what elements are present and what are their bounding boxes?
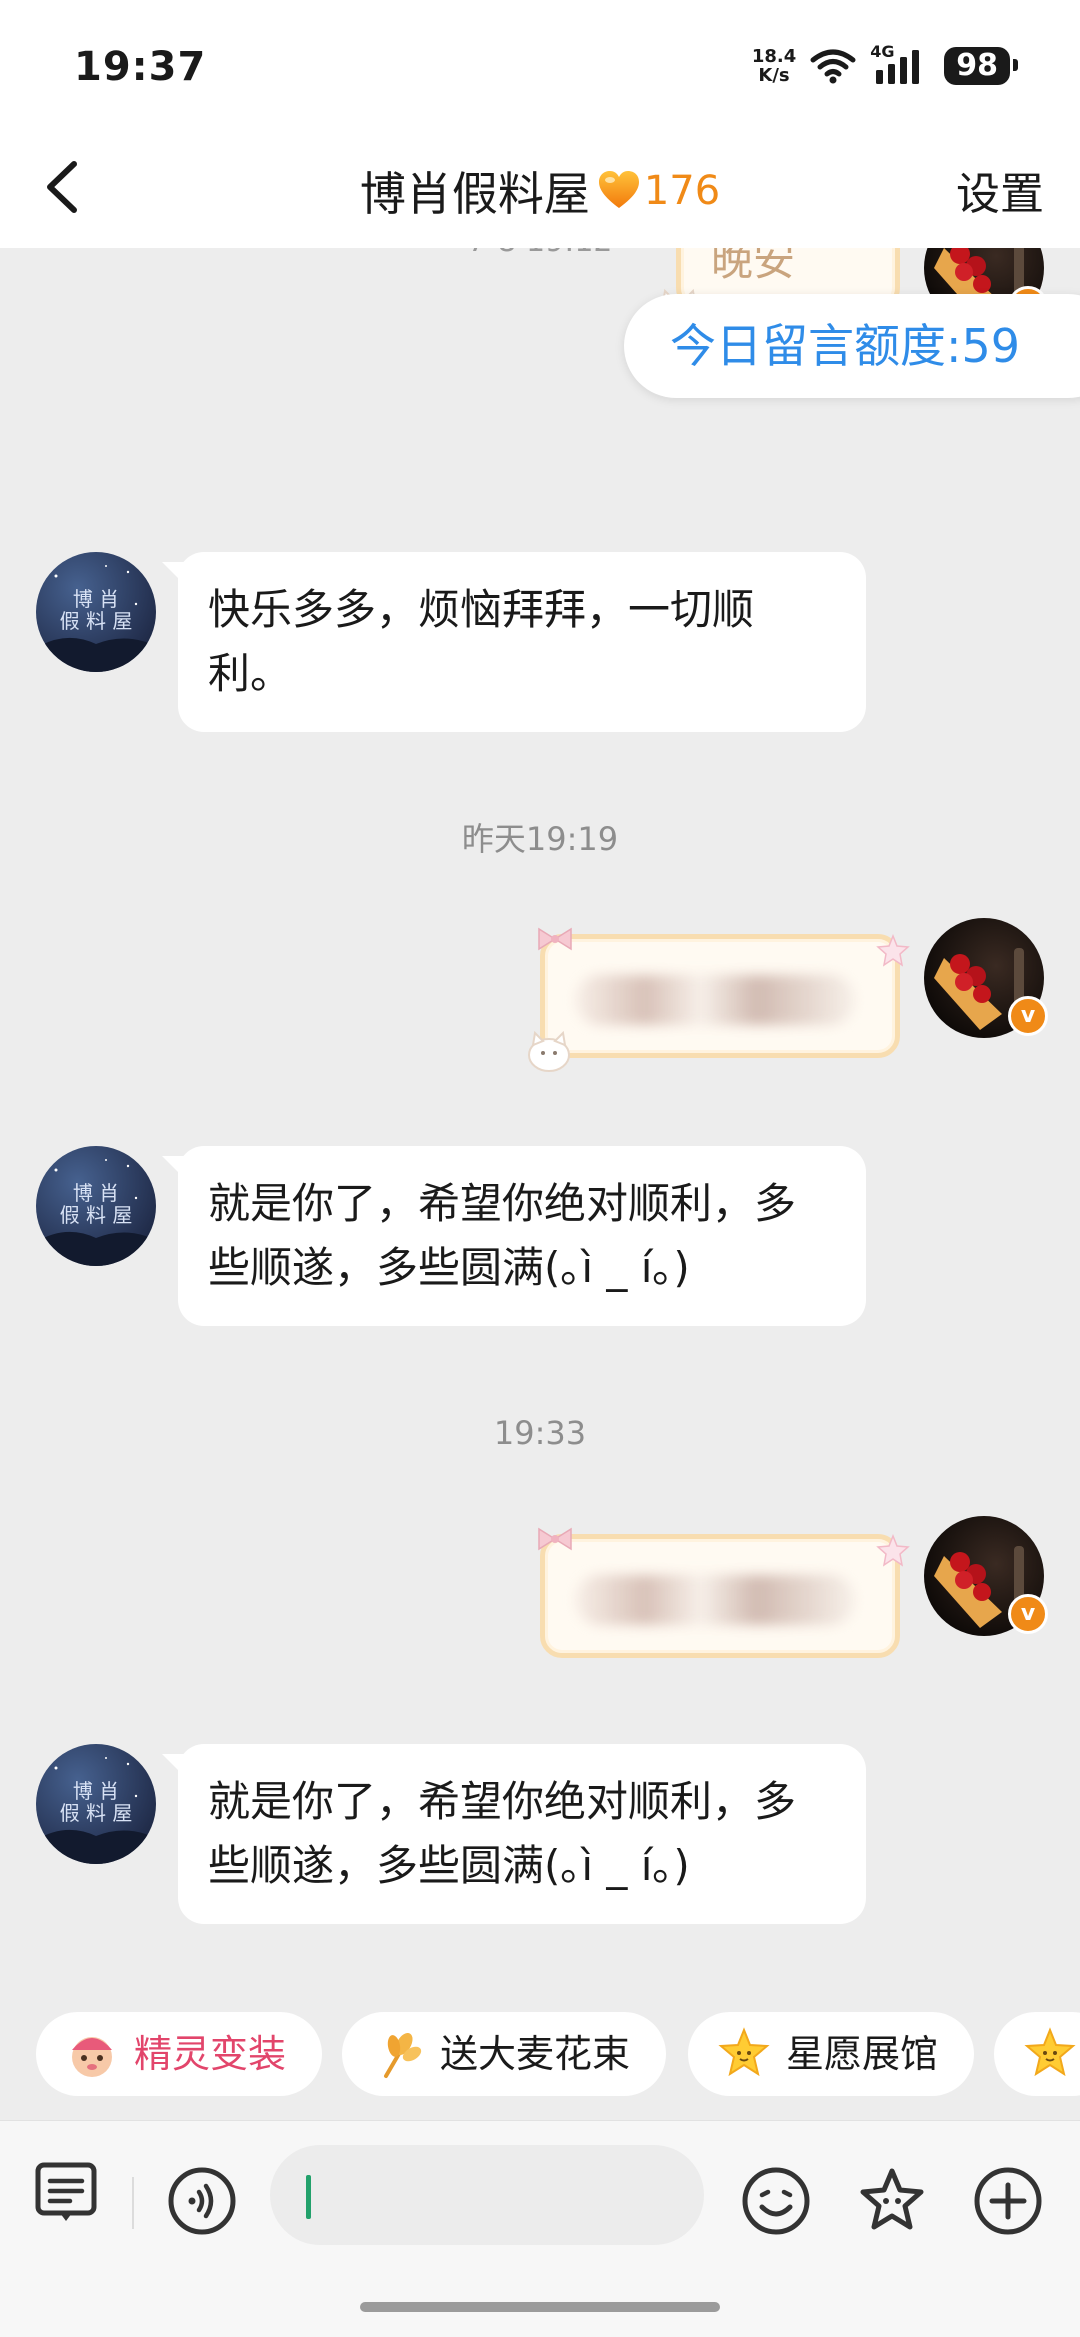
- shortcut-more[interactable]: [994, 2012, 1080, 2096]
- avatar-text: 博 肖假 料 屋: [59, 587, 133, 633]
- status-indicators: 18.4 K/s 4G 98: [751, 42, 1018, 86]
- message-list-icon[interactable]: [30, 2157, 102, 2229]
- wheat-bouquet-icon: [384, 2033, 422, 2078]
- timestamp: 19:33: [493, 1414, 587, 1452]
- contact-avatar[interactable]: 博 肖假 料 屋: [36, 552, 156, 672]
- shortcut-star-wish-gallery[interactable]: 星愿展馆: [688, 2012, 975, 2096]
- home-indicator[interactable]: [360, 2302, 720, 2312]
- message-input[interactable]: [270, 2145, 704, 2245]
- intimacy-count: 176: [643, 168, 721, 214]
- cat-sticker-icon: [528, 1030, 570, 1072]
- star-face-icon: [1024, 2027, 1076, 2077]
- divider: [132, 2177, 134, 2229]
- star-icon: [876, 933, 910, 967]
- my-avatar[interactable]: v: [924, 918, 1048, 1038]
- message-bubble[interactable]: 快乐多多，烦恼拜拜，一切顺利。: [162, 552, 866, 732]
- cellular-signal: 4G: [870, 42, 930, 86]
- timestamp: 7-8 19:12: [0, 248, 1080, 259]
- chat-header: 博肖假料屋 176 设置: [0, 130, 1080, 248]
- bow-icon: [538, 927, 572, 951]
- sticker-message[interactable]: [528, 927, 910, 1072]
- wifi-icon: [810, 49, 856, 84]
- star-face-icon: [718, 2027, 770, 2077]
- bow-icon: [538, 1527, 572, 1551]
- message-bubble[interactable]: 就是你了，希望你绝对顺利，多些顺遂，多些圆满(｡ì _ í｡): [162, 1146, 866, 1326]
- avatar-text: 博 肖假 料 屋: [59, 1181, 133, 1227]
- plus-icon[interactable]: [972, 2165, 1044, 2237]
- voice-icon[interactable]: [166, 2165, 238, 2237]
- emoji-icon[interactable]: [740, 2165, 812, 2237]
- verified-badge: v: [1008, 996, 1048, 1036]
- shortcut-bar: 精灵变装 送大麦花束 星愿展馆: [0, 2000, 1080, 2100]
- star-icon: [876, 1533, 910, 1567]
- status-time: 19:37: [74, 44, 207, 90]
- chip-label: 送大麦花束: [440, 2032, 631, 2076]
- contact-avatar[interactable]: 博 肖假 料 屋: [36, 1744, 156, 1864]
- sticker-text: 晚安: [711, 248, 796, 285]
- status-bar: 19:37 18.4 K/s 4G 98: [0, 0, 1080, 130]
- my-avatar[interactable]: v: [924, 1516, 1048, 1636]
- message-bubble[interactable]: 就是你了，希望你绝对顺利，多些顺遂，多些圆满(｡ì _ í｡): [162, 1744, 866, 1924]
- text-caret: [306, 2175, 311, 2219]
- battery-indicator: 98: [944, 47, 1018, 85]
- chip-label: 星愿展馆: [786, 2032, 939, 2076]
- chat-area[interactable]: 7-8 19:12 今日留言额度:59 晚安 v 博 肖假 料 屋 快: [0, 248, 1080, 2013]
- sticker-message[interactable]: [538, 1527, 910, 1658]
- settings-button[interactable]: 设置: [956, 158, 1044, 222]
- verified-badge: v: [1008, 1594, 1048, 1634]
- message-quota-badge: 今日留言额度:59: [623, 294, 1080, 398]
- contact-name: 博肖假料屋: [359, 167, 590, 221]
- timestamp: 昨天19:19: [461, 820, 619, 858]
- elf-face-icon: [72, 2037, 112, 2077]
- network-speed: 18.4 K/s: [751, 46, 797, 86]
- heart-icon: [598, 171, 639, 208]
- signal-bars-icon: [876, 50, 920, 84]
- star-sticker-icon[interactable]: [856, 2165, 928, 2237]
- chat-title[interactable]: 博肖假料屋 176: [0, 158, 1080, 224]
- avatar-text: 博 肖假 料 屋: [59, 1779, 133, 1825]
- contact-avatar[interactable]: 博 肖假 料 屋: [36, 1146, 156, 1266]
- shortcut-send-wheat-bouquet[interactable]: 送大麦花束: [342, 2012, 667, 2096]
- shortcut-elf-costume[interactable]: 精灵变装: [36, 2012, 323, 2096]
- chip-label: 精灵变装: [134, 2032, 287, 2076]
